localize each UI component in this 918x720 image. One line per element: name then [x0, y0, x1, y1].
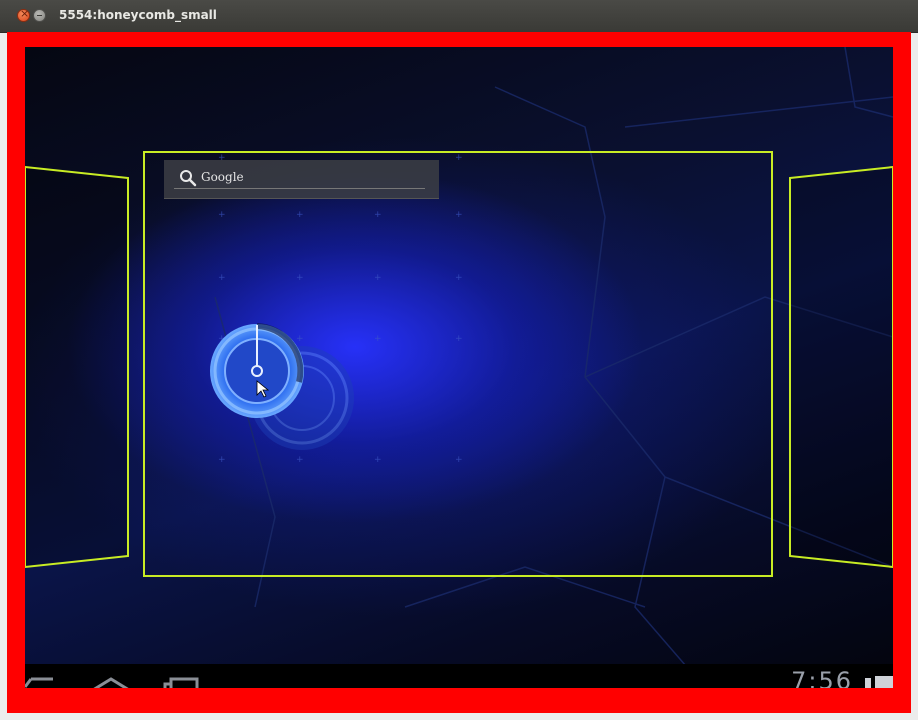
status-battery-icon[interactable]	[865, 676, 893, 688]
window-title: 5554:honeycomb_small	[59, 8, 217, 22]
google-search-widget[interactable]: Google	[164, 160, 439, 199]
status-clock[interactable]: 7:56	[791, 669, 853, 688]
right-homescreen-preview[interactable]	[785, 47, 893, 688]
recent-apps-icon[interactable]	[163, 676, 199, 688]
system-bar: 7:56	[25, 664, 893, 688]
emulator-window: 5554:honeycomb_small ++++ ++++ ++++ ++++…	[0, 0, 918, 720]
analog-clock-widget[interactable]	[205, 322, 365, 452]
left-homescreen-preview[interactable]	[25, 47, 135, 688]
close-window-button[interactable]	[17, 7, 30, 22]
device-screen[interactable]: + + + + + + + + + + + + + + + + + + Googl	[25, 47, 893, 688]
search-widget-label: Google	[201, 170, 244, 184]
search-underline	[174, 188, 425, 189]
home-icon[interactable]	[91, 676, 131, 688]
window-titlebar[interactable]: 5554:honeycomb_small	[0, 0, 918, 33]
back-icon[interactable]	[25, 676, 59, 688]
minimize-window-button[interactable]	[33, 9, 46, 22]
